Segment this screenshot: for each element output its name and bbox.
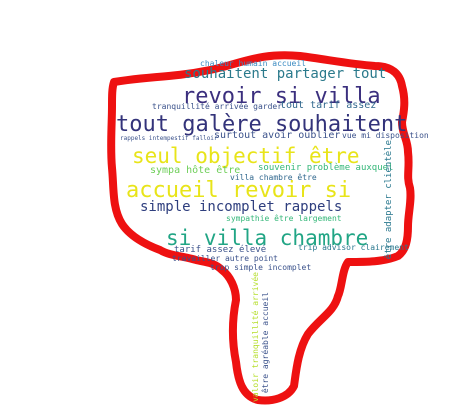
word: rappels intempestif falloir [120, 135, 218, 142]
word: travailler autre point [172, 254, 278, 263]
word: souvenir problème auxquel [258, 163, 394, 173]
word-cloud: chaleur humain accueil souhaitent partag… [0, 0, 472, 414]
word: tranquillité arrivée garder [152, 102, 283, 111]
word: trop simple incomplet [210, 263, 312, 272]
word: valoir tranquillité arrivée [251, 272, 260, 403]
word: tout tarif assez [280, 100, 377, 111]
word: sympathie être largement [226, 214, 342, 223]
word: vue mi disposition [342, 131, 429, 140]
word: être adapter clientèle [384, 140, 394, 260]
word: surtout avoir oublier [214, 130, 341, 141]
word: sympa hôte être [150, 165, 241, 176]
word: simple incomplet rappels [140, 199, 343, 215]
word: souhaitent partager tout [184, 66, 387, 82]
word: être agréable accueil [261, 292, 270, 394]
